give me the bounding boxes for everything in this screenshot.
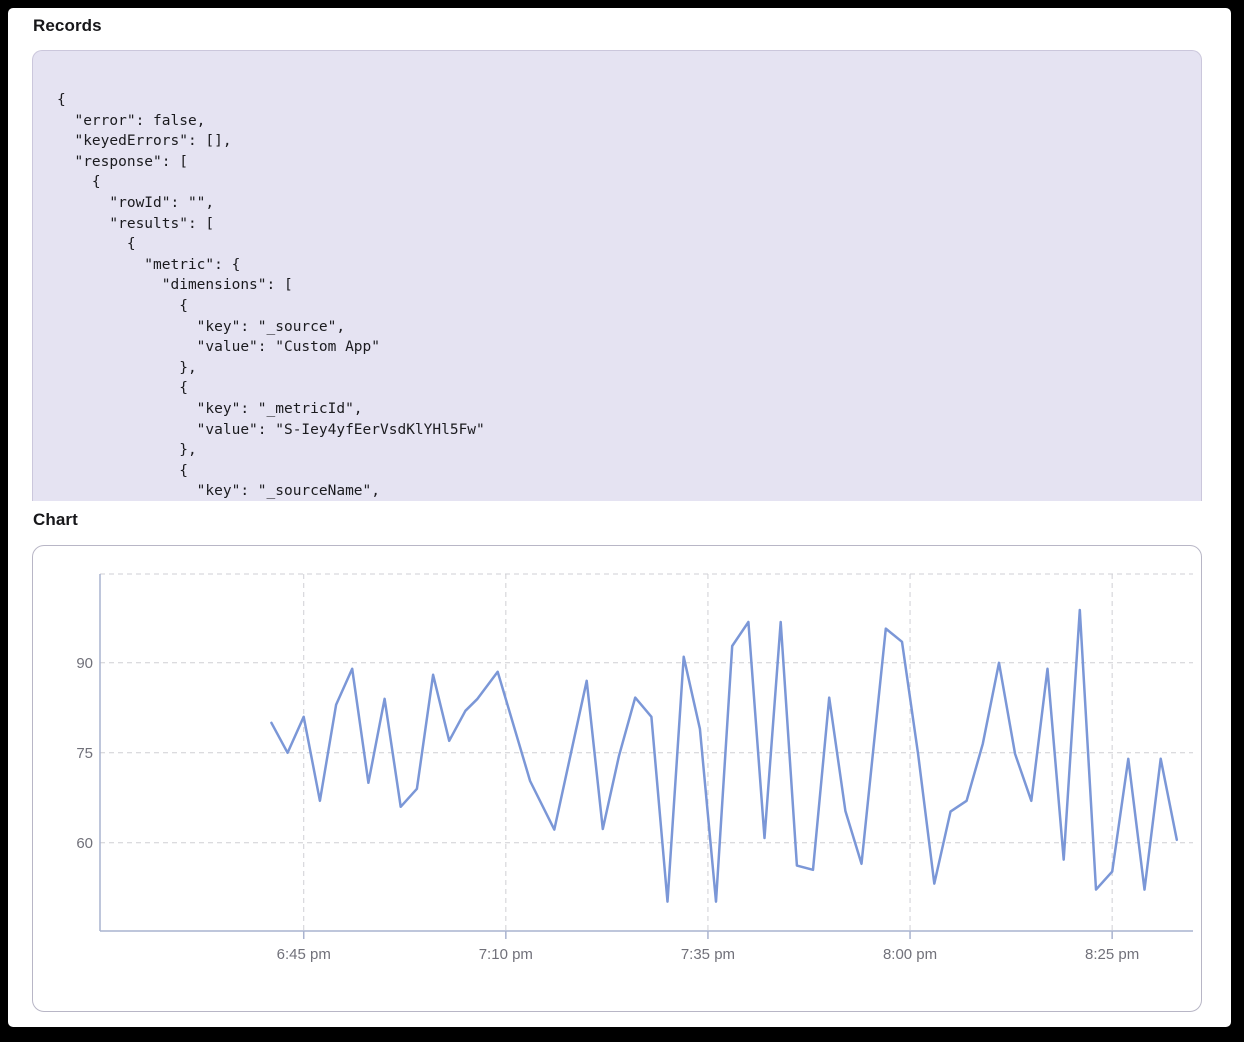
x-axis-label: 6:45 pm bbox=[277, 946, 331, 963]
x-axis-label: 7:10 pm bbox=[479, 946, 533, 963]
x-axis-label: 8:00 pm bbox=[883, 946, 937, 963]
x-axis-label: 7:35 pm bbox=[681, 946, 735, 963]
chart-section-title: Chart bbox=[33, 510, 78, 530]
page: Records { "error": false, "keyedErrors":… bbox=[8, 8, 1231, 1027]
data-line bbox=[271, 610, 1176, 902]
y-axis-label: 75 bbox=[76, 745, 93, 762]
y-axis-label: 60 bbox=[76, 835, 93, 852]
y-axis-label: 90 bbox=[76, 655, 93, 672]
records-code-block[interactable]: { "error": false, "keyedErrors": [], "re… bbox=[32, 50, 1202, 501]
line-chart[interactable]: 60 75 90 6:45 pm 7:10 pm 7:35 pm 8:00 pm 8:25 p… bbox=[33, 546, 1201, 1011]
x-axis-label: 8:25 pm bbox=[1085, 946, 1139, 963]
chart-card: 60 75 90 6:45 pm 7:10 pm 7:35 pm 8:00 pm 8:25 p… bbox=[32, 545, 1202, 1012]
records-section-title: Records bbox=[33, 16, 102, 36]
records-json-text: { "error": false, "keyedErrors": [], "re… bbox=[33, 51, 1201, 501]
